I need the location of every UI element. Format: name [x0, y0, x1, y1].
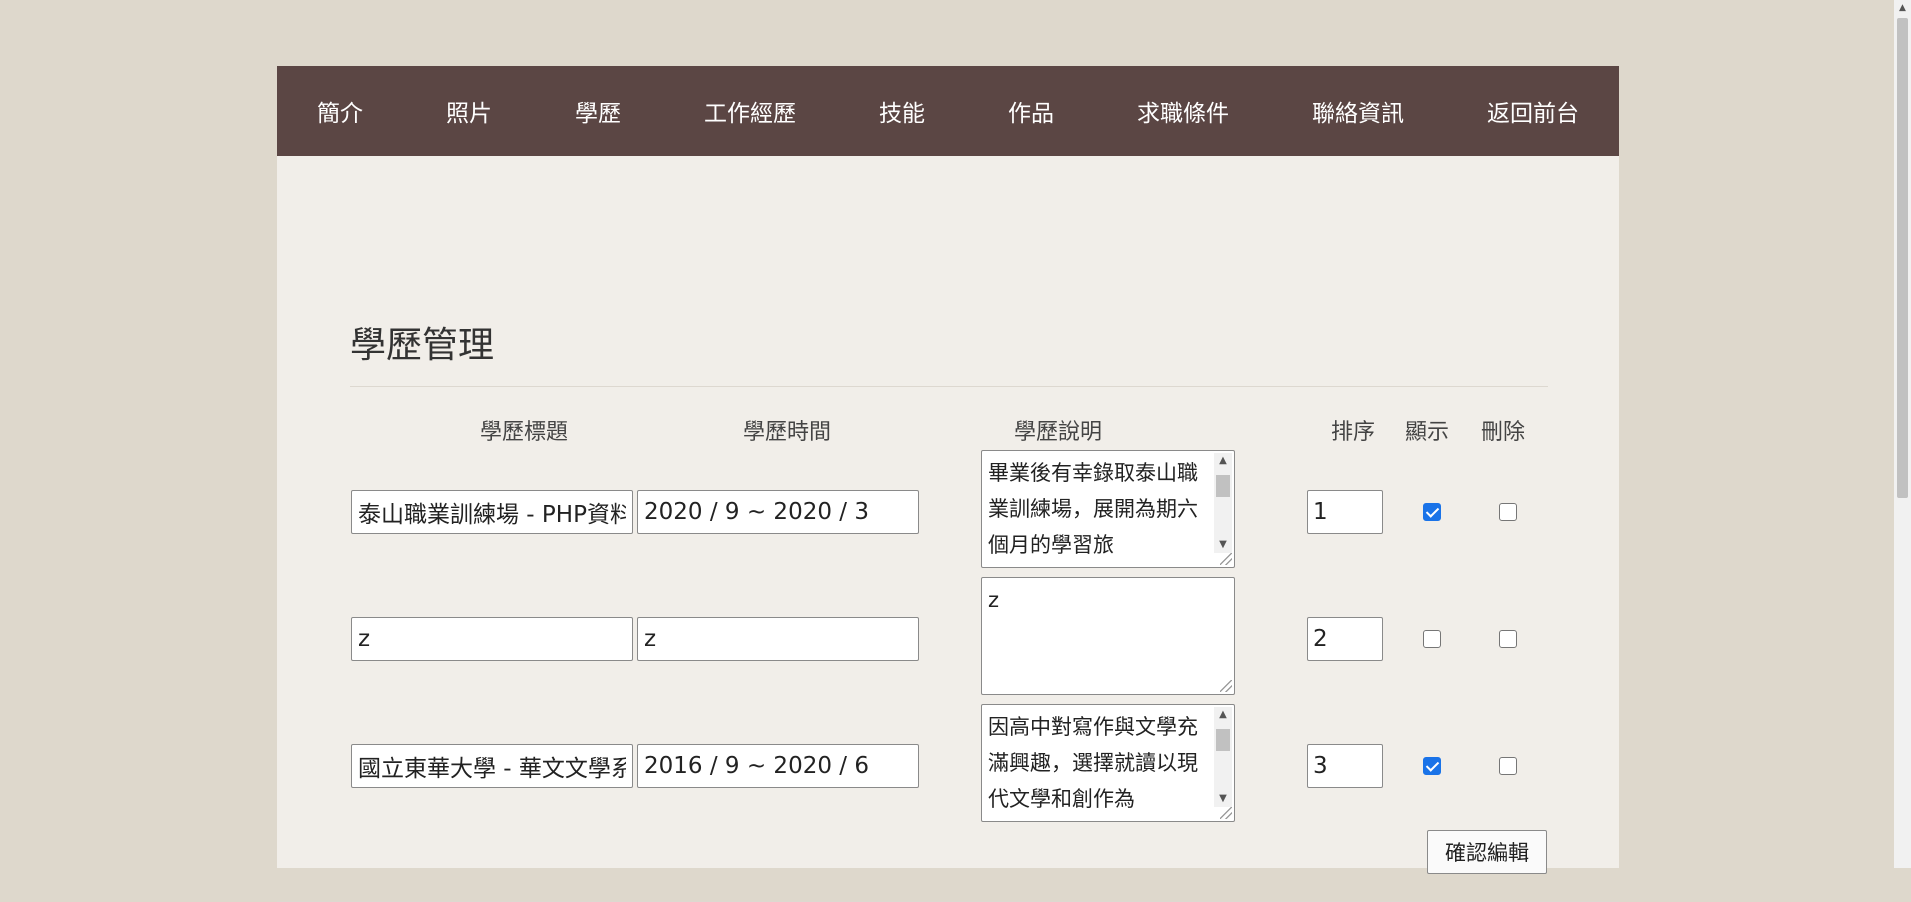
resize-grip-icon[interactable] — [1220, 680, 1232, 692]
row-1-desc-scroll-thumb[interactable] — [1216, 475, 1230, 497]
row-2-time-input[interactable] — [637, 617, 919, 661]
nav-item-back-to-front[interactable]: 返回前台 — [1487, 94, 1579, 128]
page-scroll-up-icon[interactable]: ▲ — [1894, 0, 1911, 17]
nav-item-skills[interactable]: 技能 — [879, 94, 925, 128]
resize-grip-icon[interactable] — [1220, 807, 1232, 819]
nav-item-works[interactable]: 作品 — [1008, 94, 1054, 128]
row-3-show-checkbox[interactable] — [1423, 757, 1441, 775]
row-1-desc-textarea[interactable]: 畢業後有幸錄取泰山職業訓練場，展開為期六個月的學習旅 ▲ ▼ — [981, 450, 1235, 568]
row-3-desc-scrollbar[interactable]: ▲ ▼ — [1214, 707, 1232, 807]
row-3-title-input[interactable] — [351, 744, 633, 788]
header-sort: 排序 — [1330, 420, 1375, 445]
scroll-down-icon[interactable]: ▼ — [1214, 791, 1232, 807]
row-1-delete-checkbox[interactable] — [1499, 503, 1517, 521]
header-delete: 刪除 — [1480, 420, 1525, 445]
row-2-sort-input[interactable] — [1307, 617, 1383, 661]
page-scroll-thumb[interactable] — [1897, 18, 1908, 498]
row-3-desc-scroll-thumb[interactable] — [1216, 729, 1230, 751]
header-desc: 學歷說明 — [1013, 420, 1102, 445]
nav-item-work-experience[interactable]: 工作經歷 — [704, 94, 796, 128]
confirm-edit-button[interactable]: 確認編輯 — [1427, 830, 1547, 874]
row-3-sort-input[interactable] — [1307, 744, 1383, 788]
top-nav: 簡介 照片 學歷 工作經歷 技能 作品 求職條件 聯絡資訊 返回前台 — [277, 66, 1619, 156]
row-1-desc-scrollbar[interactable]: ▲ ▼ — [1214, 453, 1232, 553]
header-show: 顯示 — [1404, 420, 1449, 445]
row-3-desc-textarea[interactable]: 因高中對寫作與文學充滿興趣，選擇就讀以現代文學和創作為 ▲ ▼ — [981, 704, 1235, 822]
row-2-desc-text: z — [988, 588, 1000, 612]
page-title: 學歷管理 — [350, 325, 495, 366]
admin-panel: 簡介 照片 學歷 工作經歷 技能 作品 求職條件 聯絡資訊 返回前台 學歷管理 … — [277, 66, 1619, 902]
title-divider — [350, 386, 1548, 387]
row-3-time-input[interactable] — [637, 744, 919, 788]
scroll-down-icon[interactable]: ▼ — [1214, 537, 1232, 553]
resize-grip-icon[interactable] — [1220, 553, 1232, 565]
row-3-desc-text: 因高中對寫作與文學充滿興趣，選擇就讀以現代文學和創作為 — [988, 715, 1198, 811]
row-1-sort-input[interactable] — [1307, 490, 1383, 534]
nav-item-job-conditions[interactable]: 求職條件 — [1137, 94, 1229, 128]
row-1-desc-text: 畢業後有幸錄取泰山職業訓練場，展開為期六個月的學習旅 — [988, 461, 1198, 557]
header-time: 學歷時間 — [742, 420, 831, 445]
nav-item-education[interactable]: 學歷 — [575, 94, 621, 128]
nav-item-intro[interactable]: 簡介 — [317, 94, 363, 128]
page-scrollbar[interactable]: ▲ — [1894, 0, 1911, 868]
row-2-show-checkbox[interactable] — [1423, 630, 1441, 648]
row-3-delete-checkbox[interactable] — [1499, 757, 1517, 775]
row-1-time-input[interactable] — [637, 490, 919, 534]
row-2-title-input[interactable] — [351, 617, 633, 661]
nav-item-contact[interactable]: 聯絡資訊 — [1312, 94, 1404, 128]
row-2-desc-textarea[interactable]: z — [981, 577, 1235, 695]
scroll-up-icon[interactable]: ▲ — [1214, 707, 1232, 723]
scroll-up-icon[interactable]: ▲ — [1214, 453, 1232, 469]
nav-item-photo[interactable]: 照片 — [446, 94, 492, 128]
row-1-title-input[interactable] — [351, 490, 633, 534]
row-1-show-checkbox[interactable] — [1423, 503, 1441, 521]
row-2-delete-checkbox[interactable] — [1499, 630, 1517, 648]
header-title: 學歷標題 — [479, 420, 568, 445]
